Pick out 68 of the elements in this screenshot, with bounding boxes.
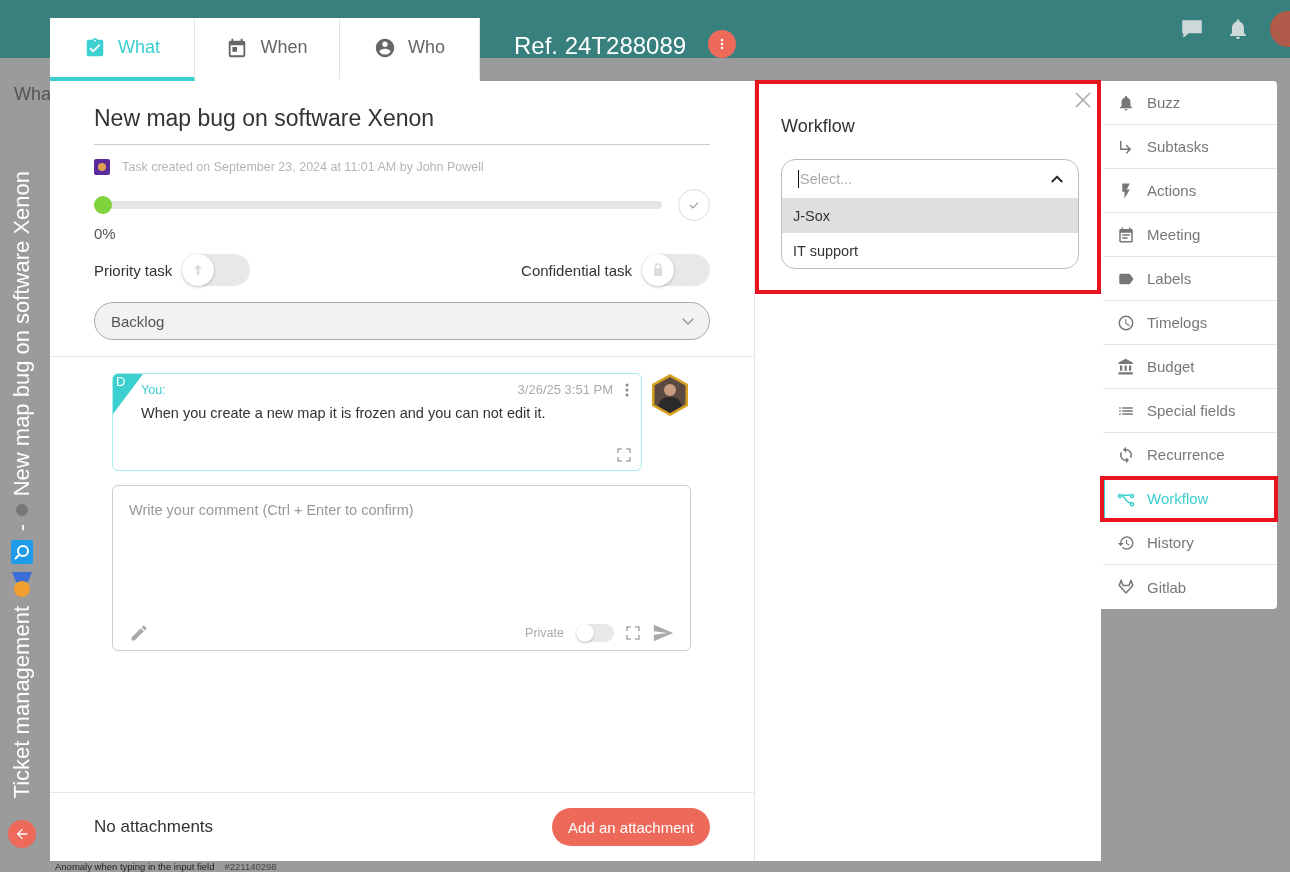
page-heading: Wha: [14, 84, 51, 105]
task-title-field[interactable]: New map bug on software Xenon: [94, 105, 710, 145]
menu-item[interactable]: Timelogs: [1101, 301, 1277, 345]
expand-icon[interactable]: [617, 448, 631, 462]
expand-icon[interactable]: [626, 626, 640, 640]
send-icon[interactable]: [652, 622, 674, 644]
user-avatar: [650, 373, 690, 417]
toggle-switch[interactable]: [642, 254, 710, 286]
menu-item[interactable]: Subtasks: [1101, 125, 1277, 169]
status-dot: [16, 504, 28, 517]
search-icon: [11, 539, 33, 564]
workflow-select[interactable]: Select...: [782, 160, 1078, 198]
menu-item[interactable]: Buzz: [1101, 81, 1277, 125]
back-button[interactable]: [8, 820, 36, 848]
task-title: New map bug on software Xenon: [9, 170, 35, 497]
menu-item[interactable]: Actions: [1101, 169, 1277, 213]
menu-item[interactable]: Labels: [1101, 257, 1277, 301]
menu-item[interactable]: Meeting: [1101, 213, 1277, 257]
workflow-option[interactable]: IT support: [782, 233, 1078, 268]
task-name: Anomaly when typing in the input field: [55, 861, 215, 872]
slider-thumb[interactable]: [94, 196, 112, 214]
progress-slider[interactable]: [94, 196, 662, 214]
medal-icon: [11, 571, 33, 598]
complete-button[interactable]: [678, 189, 710, 221]
add-attachment-button[interactable]: Add an attachment: [552, 808, 710, 846]
more-icon: [720, 38, 725, 50]
comment-time: 3/26/25 3:51 PM: [517, 382, 613, 397]
clock-icon: [1117, 313, 1135, 332]
reference-number: Ref. 24T288089: [514, 32, 687, 60]
arrow-left-icon: [14, 826, 30, 842]
tab[interactable]: When: [195, 18, 340, 81]
more-icon[interactable]: [625, 382, 629, 397]
private-toggle[interactable]: [576, 624, 614, 642]
menu-item[interactable]: Budget: [1101, 345, 1277, 389]
comment-text: When you create a new map it is frozen and you can not edit it.: [141, 405, 547, 421]
pencil-icon[interactable]: [129, 623, 149, 643]
status-dropdown[interactable]: Backlog: [94, 302, 710, 340]
menu-item[interactable]: Special fields: [1101, 389, 1277, 433]
comment-author: You:: [141, 382, 167, 397]
attachments-status: No attachments: [94, 817, 214, 837]
menu-item[interactable]: History: [1101, 521, 1277, 565]
toggle-label: Confidential task: [521, 261, 632, 279]
toggle-label: Priority task: [94, 261, 173, 279]
bell-icon: [1117, 93, 1135, 112]
history-icon: [1117, 533, 1135, 552]
panel-title: Workflow: [781, 116, 856, 137]
comment-placeholder: Write your comment (Ctrl + Enter to confirm): [129, 502, 415, 518]
close-icon[interactable]: [1075, 92, 1091, 108]
separator: -: [9, 524, 35, 532]
calendar-icon: [1117, 225, 1135, 244]
select-placeholder: Select...: [800, 171, 854, 187]
user-icon: [374, 36, 396, 59]
tab[interactable]: Who: [340, 18, 480, 81]
clipboard-check-icon: [84, 36, 106, 59]
fox-head-icon: [1117, 578, 1135, 596]
bank-icon: [1117, 357, 1135, 376]
menu-item[interactable]: Gitlab: [1101, 565, 1277, 609]
task-reference: #221140298: [224, 861, 277, 872]
comment-field[interactable]: Write your comment (Ctrl + Enter to confirm) Private: [112, 485, 691, 651]
private-label: Private: [525, 626, 564, 640]
workflow-option[interactable]: J-Sox: [782, 198, 1078, 233]
toggle-switch[interactable]: [182, 254, 251, 286]
created-info: Task created on September 23, 2024 at 11:01 AM by John Powell: [122, 160, 484, 174]
menu-item[interactable]: Recurrence: [1101, 433, 1277, 477]
avatar-icon: [94, 159, 110, 175]
progress-reading: 0%: [94, 225, 116, 242]
module-title: Ticket management: [9, 605, 35, 798]
sync-icon: [1117, 445, 1135, 464]
